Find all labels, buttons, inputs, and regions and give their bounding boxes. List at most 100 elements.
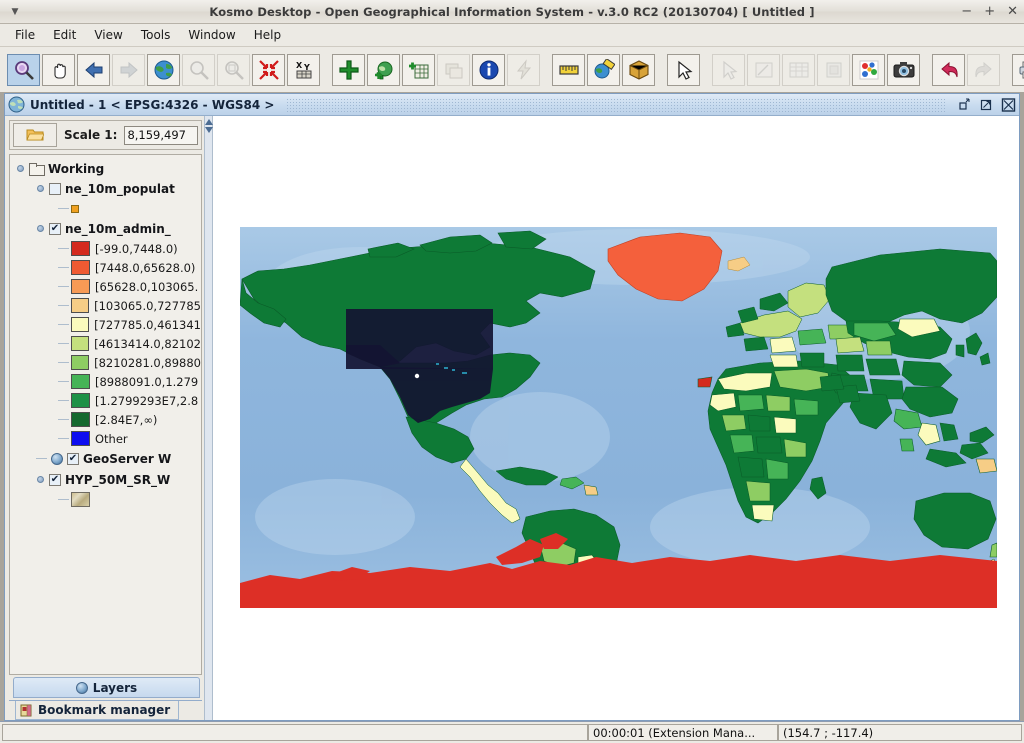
legend-class-label: [65628.0,103065. [95, 279, 199, 294]
menu-item-tools[interactable]: Tools [132, 26, 180, 44]
snapshot-camera-button[interactable] [887, 53, 920, 86]
legend-color-swatch [71, 260, 90, 275]
map-frame-title-bar[interactable]: Untitled - 1 < EPSG:4326 - WGS84 > [5, 94, 1019, 116]
redo-arrow-icon [973, 59, 995, 81]
legend-class-row: [-99.0,7448.0) [10, 239, 201, 258]
deselect-pointer-icon [718, 59, 740, 81]
previous-extent-arrow-button[interactable] [77, 53, 110, 86]
tree-expand-handle-icon[interactable] [36, 475, 45, 484]
frame-restore-button[interactable] [956, 97, 973, 113]
layer-name-label: ne_10m_populat [65, 181, 175, 196]
tree-expand-handle-icon[interactable] [36, 224, 45, 233]
tree-connector [58, 248, 69, 249]
measure-ruler-button[interactable] [552, 53, 585, 86]
tree-connector [58, 499, 69, 500]
scale-input[interactable]: 8,159,497 [124, 125, 198, 145]
add-table-layer-button[interactable] [402, 53, 435, 86]
symbology-palette-icon [858, 59, 880, 81]
add-wms-layer-icon [373, 59, 395, 81]
close-button[interactable]: ✕ [1007, 5, 1018, 18]
symbology-palette-button[interactable] [852, 53, 885, 86]
open-folder-icon [26, 129, 44, 141]
layer-visibility-checkbox[interactable] [49, 182, 61, 195]
bookmark-manager-tab[interactable]: Bookmark manager [15, 701, 180, 720]
legend-class-row: Other [10, 429, 201, 448]
menu-item-window[interactable]: Window [179, 26, 244, 44]
next-extent-arrow-icon [118, 59, 140, 81]
measure-volume-box-icon [628, 59, 650, 81]
tree-connector [58, 419, 69, 420]
menu-item-help[interactable]: Help [245, 26, 290, 44]
info-identify-button[interactable] [472, 53, 505, 86]
map-viewport[interactable] [213, 116, 1019, 720]
os-title-bar: ▼ Kosmo Desktop - Open Geographical Info… [0, 0, 1024, 24]
tree-connector [58, 400, 69, 401]
pan-hand-button[interactable] [42, 53, 75, 86]
layer-row-1[interactable]: ✔ ne_10m_admin_ [10, 218, 201, 239]
undo-arrow-button[interactable] [932, 53, 965, 86]
expand-left-arrow-icon[interactable] [204, 127, 213, 133]
layers-panel: Scale 1: 8,159,497 Working ne_10m_populat… [5, 116, 204, 720]
goto-xy-coordinate-button[interactable]: XY [287, 53, 320, 86]
point-symbol-swatch [71, 204, 79, 213]
map-canvas[interactable] [240, 227, 997, 608]
tree-node-working[interactable]: Working [10, 159, 201, 178]
print-button[interactable] [1012, 53, 1024, 86]
minimize-button[interactable]: − [961, 5, 972, 18]
legend-color-swatch [71, 431, 90, 446]
pan-hand-icon [48, 59, 70, 81]
add-wms-layer-button[interactable] [367, 53, 400, 86]
frame-maximize-button[interactable] [978, 97, 995, 113]
legend-class-label: [1.2799293E7,2.8 [95, 393, 199, 408]
menu-item-view[interactable]: View [85, 26, 131, 44]
legend-color-swatch [71, 412, 90, 427]
previous-extent-arrow-icon [83, 59, 105, 81]
layer-visibility-checkbox[interactable]: ✔ [49, 473, 61, 486]
tree-expand-handle-icon[interactable] [16, 164, 25, 173]
legend-class-row: [727785.0,461341 [10, 315, 201, 334]
raster-preview-swatch [71, 492, 90, 507]
tree-connector [58, 343, 69, 344]
maximize-button[interactable]: + [984, 5, 995, 18]
menu-item-edit[interactable]: Edit [44, 26, 85, 44]
tree-connector [36, 458, 47, 459]
legend-class-label: [8210281.0,89880 [94, 355, 201, 370]
tab-layers[interactable]: Layers [13, 677, 200, 698]
zoom-full-extent-globe-icon [153, 59, 175, 81]
measure-ruler-icon [558, 59, 580, 81]
map-internal-frame: Untitled - 1 < EPSG:4326 - WGS84 > Scale… [4, 93, 1020, 721]
layer-name-label: GeoServer W [83, 451, 172, 466]
layer-row-2[interactable]: ✔ GeoServer W [10, 448, 201, 469]
world-map-render[interactable] [240, 227, 997, 608]
measure-volume-box-button[interactable] [622, 53, 655, 86]
zoom-in-tool-button[interactable] [7, 53, 40, 86]
window-menu-button[interactable]: ▼ [2, 1, 28, 23]
edit-geometry-button [747, 53, 780, 86]
layer-visibility-checkbox[interactable]: ✔ [49, 222, 61, 235]
select-pointer-button[interactable] [667, 53, 700, 86]
tree-expand-handle-icon[interactable] [36, 184, 45, 193]
frame-close-button[interactable] [1000, 97, 1017, 113]
collapse-left-arrow-icon[interactable] [204, 119, 213, 125]
open-folder-button[interactable] [13, 123, 57, 147]
add-layer-plus-button[interactable] [332, 53, 365, 86]
legend-class-row: [8210281.0,89880 [10, 353, 201, 372]
scale-label: Scale 1: [64, 128, 118, 142]
zoom-full-extent-globe-button[interactable] [147, 53, 180, 86]
legend-class-row: [2.84E7,∞) [10, 410, 201, 429]
zoom-in-tool-icon [13, 59, 35, 81]
zoom-to-fit-button[interactable] [252, 53, 285, 86]
layer-visibility-checkbox[interactable]: ✔ [67, 452, 79, 465]
legend-class-row: [1.2799293E7,2.8 [10, 391, 201, 410]
split-pane-divider[interactable] [204, 116, 213, 720]
window-title: Kosmo Desktop - Open Geographical Inform… [209, 4, 815, 19]
layer-row-0[interactable]: ne_10m_populat [10, 178, 201, 199]
layer-row-3[interactable]: ✔ HYP_50M_SR_W [10, 469, 201, 490]
redo-arrow-button [967, 53, 1000, 86]
tree-connector [58, 381, 69, 382]
tab-layers-label: Layers [92, 680, 138, 695]
main-toolbar: XYExt [0, 47, 1024, 93]
measure-geodesic-button[interactable] [587, 53, 620, 86]
layer-tree-container[interactable]: Working ne_10m_populat ✔ ne_10m_admin_ [-99.… [9, 154, 202, 675]
menu-item-file[interactable]: File [6, 26, 44, 44]
